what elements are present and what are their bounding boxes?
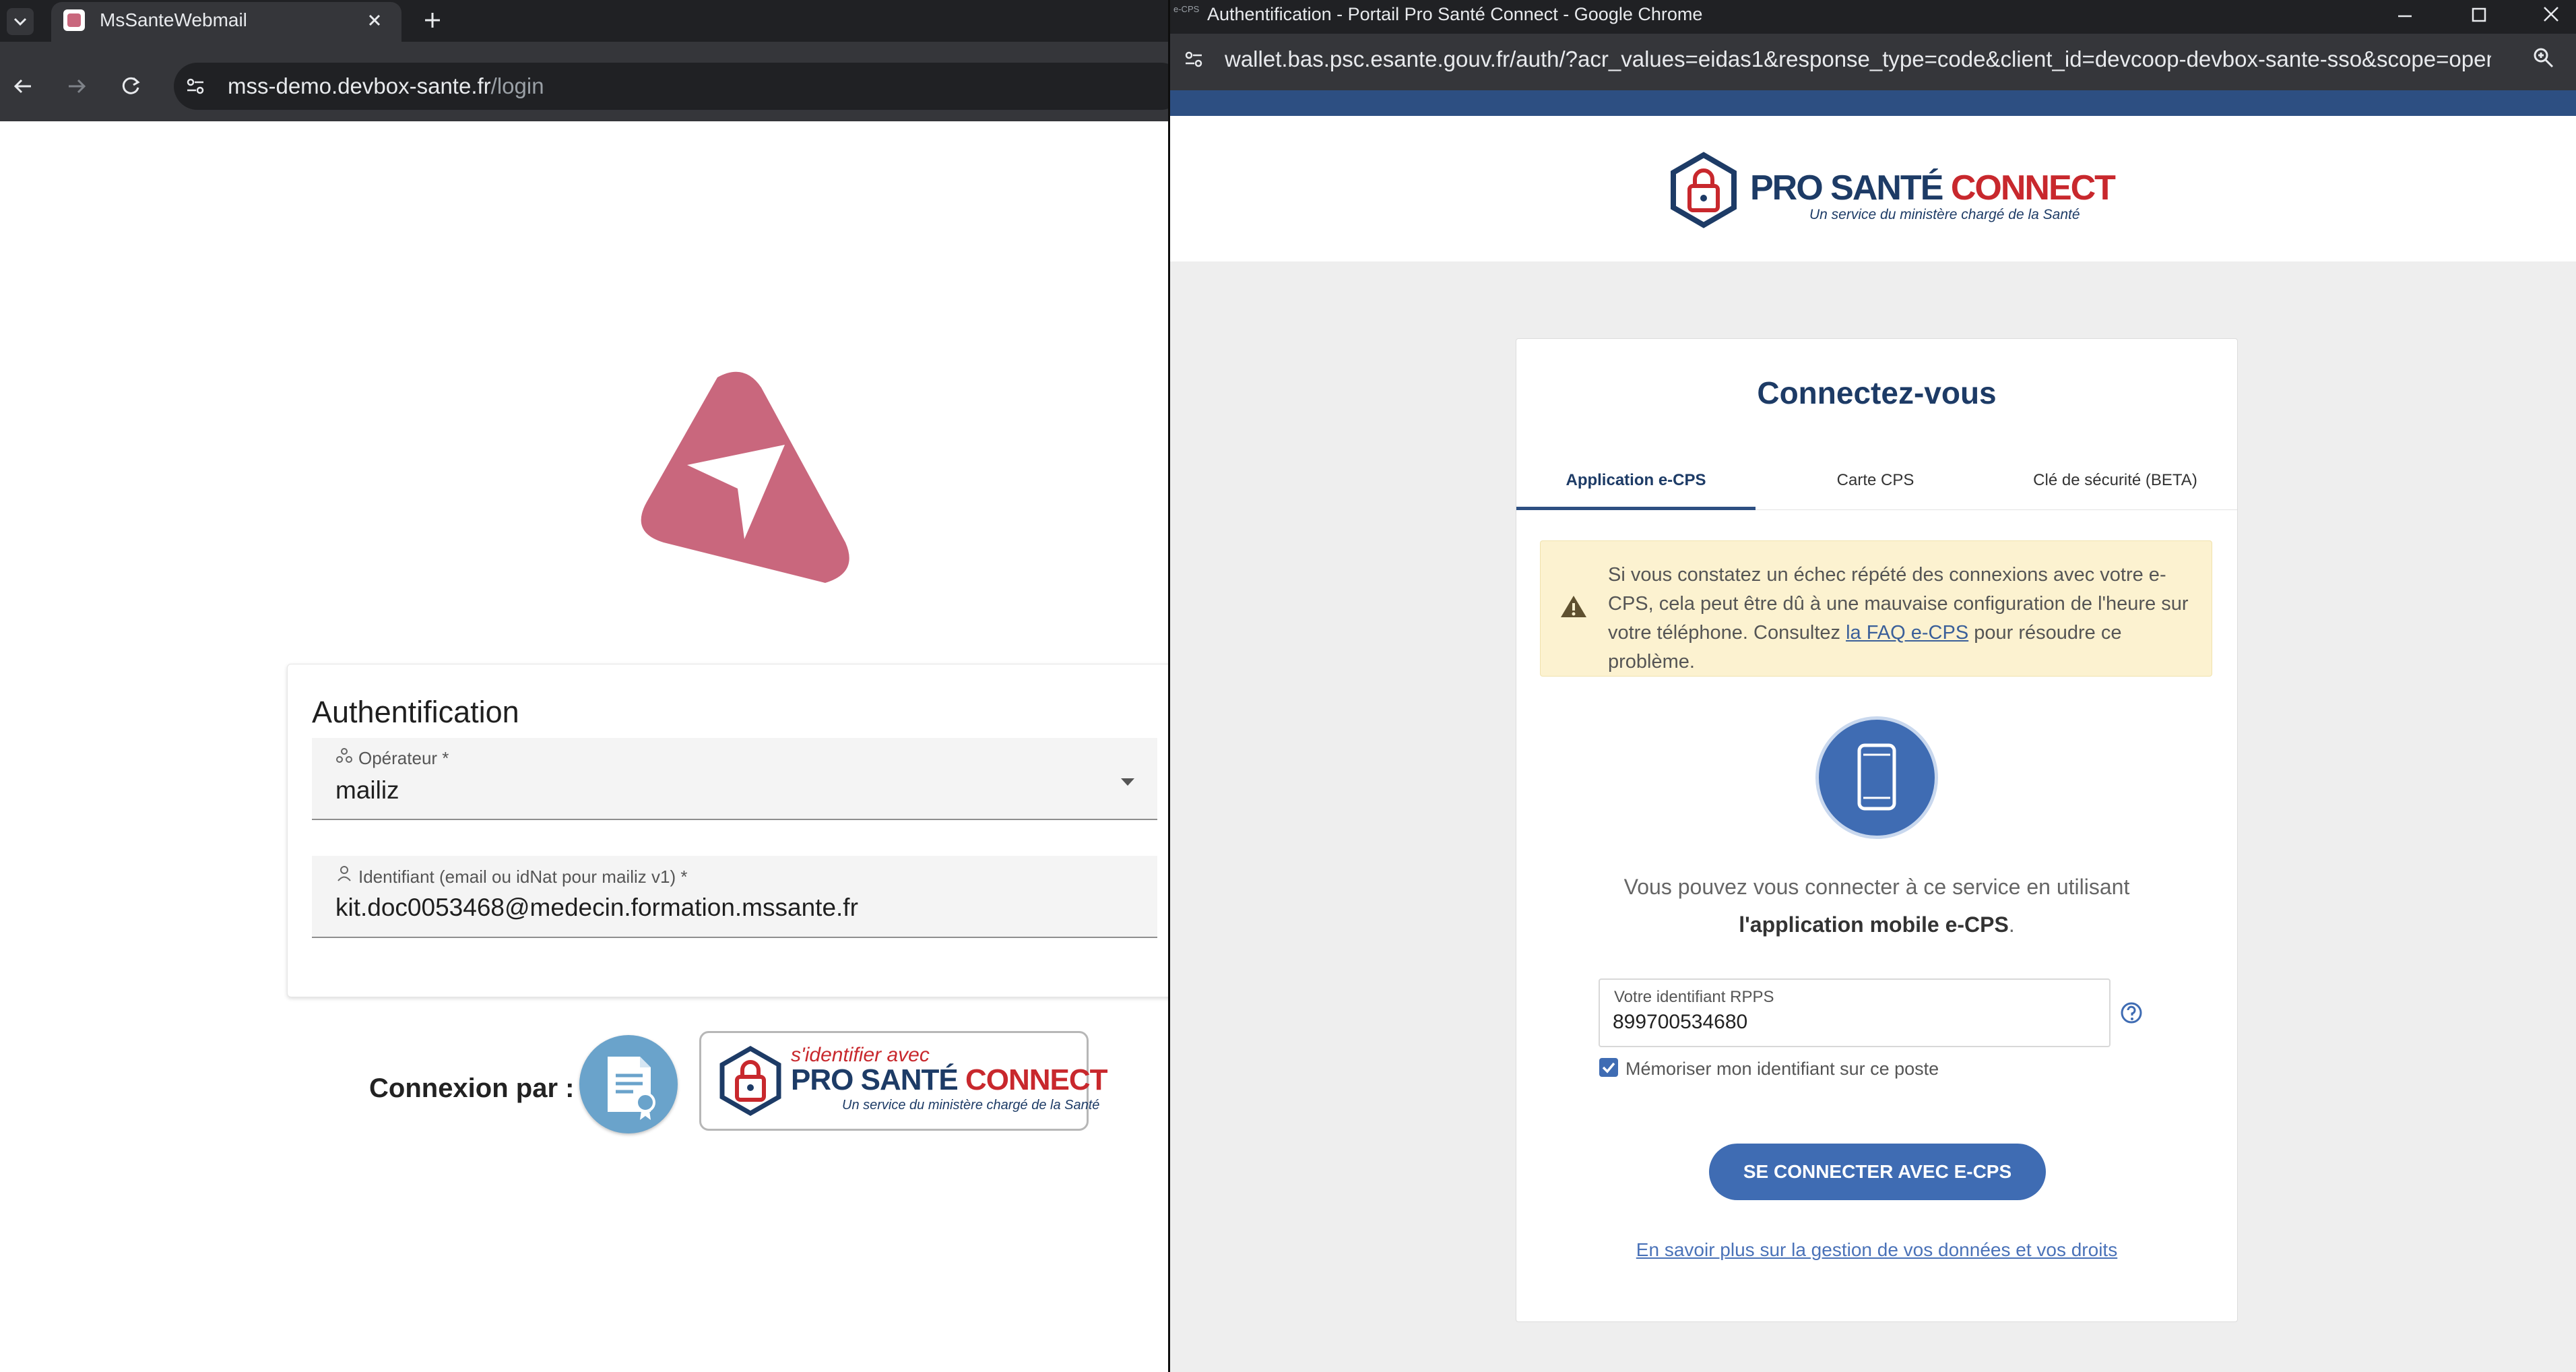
psc-button-brand: PRO SANTÉ CONNECT <box>791 1063 1108 1096</box>
operator-label: Opérateur * <box>358 748 449 768</box>
dropdown-arrow-icon[interactable] <box>1116 770 1140 794</box>
identifier-value: kit.doc0053468@medecin.formation.mssante… <box>335 894 858 921</box>
active-tab-indicator <box>1516 507 1756 510</box>
psc-header-lock-logo-icon <box>1667 151 1741 229</box>
checkmark-icon <box>1602 1062 1615 1073</box>
operator-value: mailiz <box>335 776 399 804</box>
minimize-icon[interactable] <box>2393 4 2417 28</box>
faq-ecps-link[interactable]: la FAQ e-CPS <box>1846 622 1968 644</box>
chevron-down-icon <box>13 18 27 26</box>
certificate-login-button[interactable] <box>579 1035 678 1133</box>
maximize-icon[interactable] <box>2467 3 2491 27</box>
window-close-icon[interactable] <box>2538 1 2564 27</box>
site-settings-icon[interactable] <box>182 73 209 100</box>
new-tab-icon[interactable] <box>420 8 445 32</box>
connexion-label: Connexion par : <box>369 1073 575 1103</box>
warning-text: Si vous constatez un échec répété des co… <box>1608 564 2189 673</box>
right-address-url[interactable]: wallet.bas.psc.esante.gouv.fr/auth/?acr_… <box>1225 46 2491 73</box>
auth-title: Authentification <box>312 695 519 729</box>
header-strip <box>1169 90 2576 116</box>
smartphone-icon <box>1815 716 1938 839</box>
psc-header-subtitle: Un service du ministère chargé de la San… <box>1809 207 2080 222</box>
app-info-text: Vous pouvez vous connecter à ce service … <box>1623 875 2130 937</box>
forward-arrow-icon[interactable] <box>63 73 90 100</box>
ecps-favicon-icon: e-CPS <box>1173 4 1200 14</box>
app-favicon-icon <box>63 9 85 31</box>
rpps-label: Votre identifiant RPPS <box>1614 988 1774 1006</box>
address-url[interactable]: mss-demo.devbox-sante.fr/login <box>228 73 544 99</box>
tab-title: MsSanteWebmail <box>100 9 247 30</box>
tab-close-icon[interactable] <box>364 9 385 31</box>
right-site-settings-icon[interactable] <box>1180 46 1207 73</box>
back-arrow-icon[interactable] <box>9 73 36 100</box>
warning-icon <box>1559 593 1588 620</box>
operator-icon <box>335 747 353 764</box>
zoom-icon[interactable] <box>2530 44 2557 71</box>
app-logo <box>606 350 862 606</box>
window-title: Authentification - Portail Pro Santé Con… <box>1207 4 1703 24</box>
certificate-icon <box>608 1057 655 1120</box>
connect-ecps-button[interactable]: SE CONNECTER AVEC E-CPS <box>1709 1144 2046 1200</box>
tab-search-button[interactable] <box>7 8 34 35</box>
rpps-input[interactable] <box>1613 1010 2084 1034</box>
identifier-label: Identifiant (email ou idNat pour mailiz … <box>358 867 688 887</box>
card-title: Connectez-vous <box>1757 375 1997 410</box>
privacy-link[interactable]: En savoir plus sur la gestion de vos don… <box>1516 1239 2238 1261</box>
help-icon[interactable] <box>2119 1001 2144 1025</box>
user-icon <box>335 865 353 882</box>
tab-application-ecps[interactable]: Application e-CPS <box>1516 470 1756 491</box>
psc-button-subtitle: Un service du ministère chargé de la San… <box>842 1098 1100 1113</box>
psc-header-brand: PRO SANTÉ CONNECT <box>1750 168 2116 208</box>
tab-carte-cps[interactable]: Carte CPS <box>1756 470 1995 491</box>
psc-lock-logo-icon <box>715 1044 785 1117</box>
remember-label: Mémoriser mon identifiant sur ce poste <box>1625 1059 1939 1079</box>
tab-cle-securite[interactable]: Clé de sécurité (BETA) <box>1995 470 2235 491</box>
window-divider <box>1168 0 1170 1372</box>
remember-checkbox[interactable] <box>1599 1058 1618 1077</box>
reload-icon[interactable] <box>117 73 144 100</box>
